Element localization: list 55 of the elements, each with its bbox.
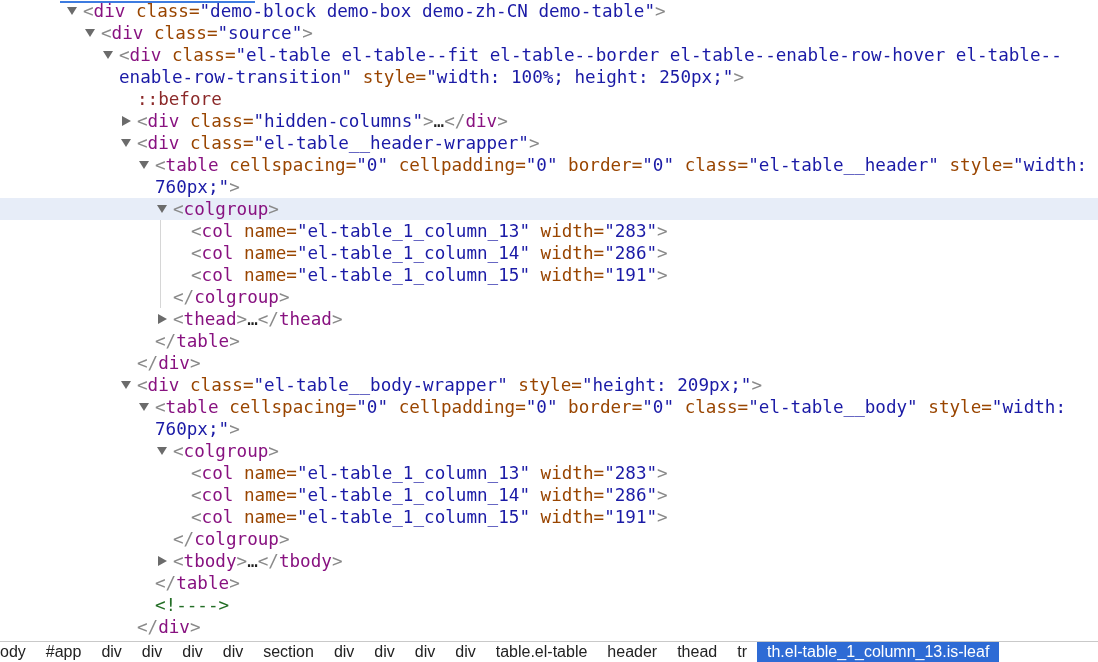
caret-down-icon[interactable]	[103, 50, 114, 60]
caret-right-icon[interactable]	[121, 116, 132, 126]
breadcrumb-item[interactable]: section	[253, 642, 324, 662]
breadcrumb-item[interactable]: th.el-table_1_column_13.is-leaf	[757, 642, 1000, 662]
closing-tag: </colgroup>	[173, 528, 1098, 550]
closing-tag: </div>	[137, 616, 1098, 638]
closing-tag: </div>	[137, 352, 1098, 374]
caret-down-icon[interactable]	[85, 28, 96, 38]
markup-line: <div class="el-table__body-wrapper" style="height: 209px;">	[137, 374, 763, 396]
breadcrumb-item[interactable]: div	[172, 642, 213, 662]
markup-line: <colgroup>	[173, 198, 280, 220]
caret-down-icon[interactable]	[157, 204, 168, 214]
caret-right-icon[interactable]	[157, 556, 168, 566]
markup-line: <col name="el-table_1_column_15" width="191">	[191, 264, 669, 286]
breadcrumb-item[interactable]: div	[404, 642, 446, 662]
caret-down-icon[interactable]	[67, 6, 78, 16]
breadcrumb-item[interactable]: table.el-table	[485, 642, 598, 662]
breadcrumb-item[interactable]: div	[364, 642, 405, 662]
markup-line: <col name="el-table_1_column_13" width="283">	[191, 220, 669, 242]
breadcrumb-item[interactable]: div	[91, 642, 132, 662]
markup-line: <col name="el-table_1_column_13" width="283">	[191, 462, 669, 484]
breadcrumb-item[interactable]: div	[323, 642, 365, 662]
caret-down-icon[interactable]	[121, 138, 132, 148]
breadcrumb-item[interactable]: header	[597, 642, 668, 662]
closing-tag: </table>	[155, 330, 1098, 352]
markup-line: <!---->	[155, 594, 231, 616]
highlighted-row[interactable]: <colgroup>	[0, 198, 1098, 220]
breadcrumb-item[interactable]: div	[131, 642, 173, 662]
markup-line: <col name="el-table_1_column_14" width="286">	[191, 242, 669, 264]
breadcrumb-item[interactable]: div	[445, 642, 486, 662]
markup-line: <thead>…</thead>	[173, 308, 344, 330]
markup-line: <div class="source">	[101, 22, 314, 44]
markup-line: <div class="hidden-columns">…</div>	[137, 110, 509, 132]
markup-line: <div class="demo-block demo-box demo-zh-CN demo-table">	[83, 0, 667, 22]
markup-line: <div class="el-table el-table--fit el-table--border el-table--enable-row-hover el-table--enable-row-transition" style="width: 100%; height: 250px;">	[119, 44, 1063, 88]
caret-right-icon[interactable]	[157, 314, 168, 324]
closing-tag: </colgroup>	[173, 286, 1098, 308]
breadcrumb-item[interactable]: ody	[0, 642, 36, 662]
breadcrumb-item[interactable]: #app	[35, 642, 92, 662]
markup-line: ::before	[137, 88, 223, 110]
caret-down-icon[interactable]	[139, 160, 150, 170]
markup-line: <col name="el-table_1_column_15" width="191">	[191, 506, 669, 528]
markup-line: <table cellspacing="0" cellpadding="0" border="0" class="el-table__body" style="width: 760px;">	[155, 396, 1067, 440]
caret-down-icon[interactable]	[139, 402, 150, 412]
markup-line: <table cellspacing="0" cellpadding="0" border="0" class="el-table__header" style="width: 760px;">	[155, 154, 1089, 198]
markup-line: <div class="el-table__header-wrapper">	[137, 132, 541, 154]
closing-tag: </table>	[155, 572, 1098, 594]
caret-down-icon[interactable]	[157, 446, 168, 456]
breadcrumb-item[interactable]: thead	[667, 642, 728, 662]
breadcrumb-item[interactable]: div	[212, 642, 254, 662]
markup-line: <col name="el-table_1_column_14" width="286">	[191, 484, 669, 506]
caret-down-icon[interactable]	[121, 380, 132, 390]
markup-line: <colgroup>	[173, 440, 280, 462]
markup-line: <tbody>…</tbody>	[173, 550, 344, 572]
breadcrumb-item[interactable]: tr	[727, 642, 757, 662]
